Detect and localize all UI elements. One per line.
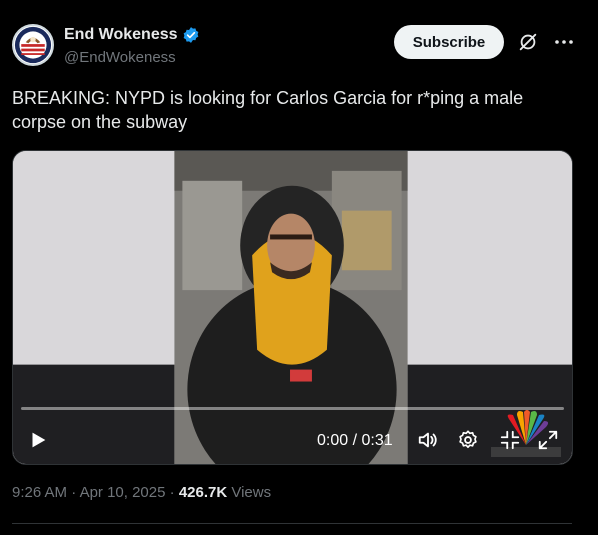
video-player[interactable]: 0:00 / 0:31 (12, 150, 573, 465)
divider (12, 523, 572, 524)
tweet-date[interactable]: Apr 10, 2025 (80, 484, 166, 501)
expand-icon[interactable] (537, 429, 559, 451)
video-frame (13, 151, 572, 464)
play-icon[interactable] (27, 429, 49, 451)
video-time: 0:00 / 0:31 (317, 432, 393, 449)
settings-icon[interactable] (457, 429, 479, 451)
views-label: Views (231, 484, 272, 501)
avatar[interactable] (12, 24, 54, 66)
display-name-text: End Wokeness (64, 26, 178, 43)
fullscreen-exit-icon[interactable] (499, 429, 521, 451)
video-progress-bar[interactable] (21, 407, 564, 410)
tweet-time[interactable]: 9:26 AM (12, 484, 67, 501)
meta-separator-2: · (169, 484, 175, 501)
display-name[interactable]: End Wokeness (64, 26, 200, 44)
more-icon[interactable] (552, 30, 576, 54)
meta-separator: · (71, 484, 77, 501)
tweet-meta: 9:26 AM · Apr 10, 2025 · 426.7K Views (12, 484, 271, 501)
tweet-text: BREAKING: NYPD is looking for Carlos Gar… (12, 88, 524, 132)
handle[interactable]: @EndWokeness (64, 49, 200, 66)
eagle-flag-badge-icon (14, 26, 52, 64)
views-count: 426.7K (178, 484, 228, 501)
verified-badge-icon (183, 27, 198, 43)
subscribe-button[interactable]: Subscribe (394, 25, 504, 59)
volume-icon[interactable] (417, 429, 439, 451)
tweet-header: End Wokeness @EndWokeness Subscribe (12, 24, 584, 72)
grok-icon[interactable] (517, 31, 539, 53)
